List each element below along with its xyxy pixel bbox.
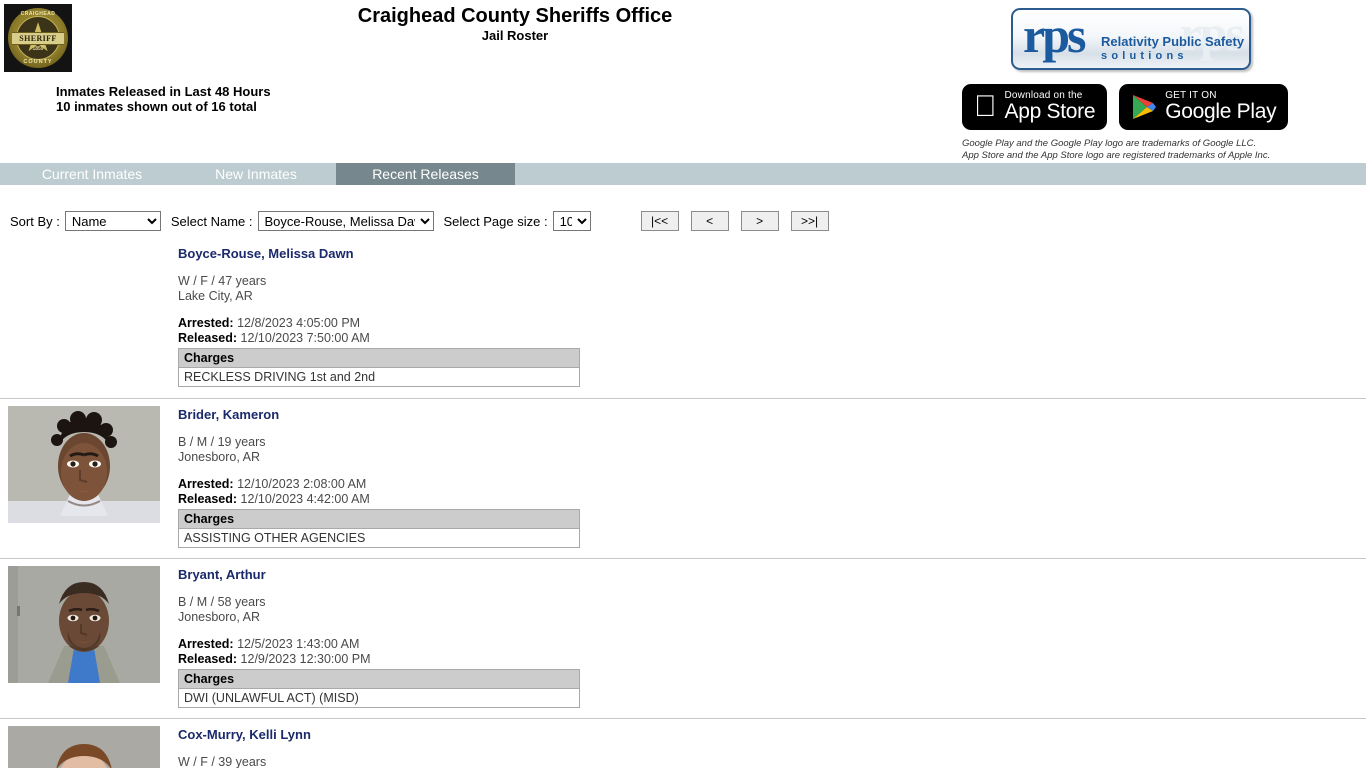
released-label: Released: — [178, 330, 238, 345]
rps-wordmark: rps — [1023, 8, 1086, 63]
inmate-demographics: B / M / 58 years Jonesboro, AR — [178, 595, 580, 624]
sheriff-badge-logo: CRAIGHEAD ★ SHERIFF 1859 COUNTY — [4, 4, 72, 72]
inmate-race-sex-age: W / F / 47 years — [178, 274, 267, 288]
page-header: CRAIGHEAD ★ SHERIFF 1859 COUNTY Craighea… — [0, 0, 1366, 161]
google-play-icon — [1131, 93, 1157, 121]
page-size-label: Select Page size : — [443, 213, 548, 229]
trademark-notice: Google Play and the Google Play logo are… — [962, 138, 1270, 161]
charges-header: Charges — [178, 509, 580, 529]
inmate-race-sex-age: B / M / 58 years — [178, 595, 266, 609]
select-name-dropdown[interactable]: Boyce-Rouse, Melissa Dawn — [257, 211, 434, 231]
arrested-value: 12/8/2023 4:05:00 PM — [237, 316, 361, 330]
select-name-label: Select Name : — [170, 213, 253, 229]
inmate-info: Boyce-Rouse, Melissa Dawn W / F / 47 yea… — [178, 246, 580, 387]
mugshot-photo[interactable] — [8, 726, 160, 768]
last-page-button[interactable]: >>| — [790, 211, 829, 231]
inmate-demographics: B / M / 19 years Jonesboro, AR — [178, 435, 580, 464]
first-page-button[interactable]: |<< — [640, 211, 679, 231]
tab-current-inmates[interactable]: Current Inmates — [8, 163, 176, 185]
inmate-demographics: W / F / 39 years — [178, 755, 311, 768]
inmate-name-link[interactable]: Boyce-Rouse, Melissa Dawn — [178, 246, 580, 261]
released-label: Released: — [178, 651, 238, 666]
inmate-demographics: W / F / 47 years Lake City, AR — [178, 274, 580, 303]
released-label: Released: — [178, 491, 238, 506]
arrested-label: Arrested: — [178, 637, 234, 651]
trademark-line-2: App Store and the App Store logo are reg… — [962, 149, 1271, 161]
charges-table: Charges RECKLESS DRIVING 1st and 2nd — [178, 348, 580, 387]
roster-summary-line-1: Inmates Released in Last 48 Hours — [56, 84, 271, 99]
roster-toolbar: Sort By : Name Select Name : Boyce-Rouse… — [0, 208, 1366, 234]
rps-solutions-text: solutions — [1101, 50, 1188, 62]
inmate-city: Jonesboro, AR — [178, 609, 260, 624]
badge-year-text: 1859 — [32, 46, 44, 52]
tab-bar: Current Inmates New Inmates Recent Relea… — [0, 163, 1366, 185]
mugshot-photo[interactable] — [8, 566, 160, 683]
google-play-button[interactable]: GET IT ON Google Play — [1119, 84, 1289, 130]
charges-header: Charges — [178, 669, 580, 689]
inmate-dates: Arrested: 12/10/2023 2:08:00 AM Released… — [178, 477, 580, 506]
tab-new-inmates[interactable]: New Inmates — [176, 163, 336, 185]
next-page-button[interactable]: > — [740, 211, 779, 231]
inmate-dates: Arrested: 12/8/2023 4:05:00 PM Released:… — [178, 316, 580, 345]
arrested-value: 12/10/2023 2:08:00 AM — [237, 477, 367, 491]
charge-cell: RECKLESS DRIVING 1st and 2nd — [178, 367, 580, 387]
inmate-info: Cox-Murry, Kelli Lynn W / F / 39 years — [178, 727, 311, 768]
app-store-button[interactable]:  Download on the App Store — [962, 84, 1108, 130]
google-play-big-label: Google Play — [1142, 100, 1276, 124]
charge-cell: ASSISTING OTHER AGENCIES — [178, 528, 580, 548]
mugshot-photo[interactable] — [8, 406, 160, 523]
pagination-controls: |<< < > >>| — [640, 211, 829, 231]
released-value: 12/10/2023 7:50:00 AM — [240, 330, 370, 345]
roster-list: Boyce-Rouse, Melissa Dawn W / F / 47 yea… — [0, 238, 1366, 768]
badge-center-text: SHERIFF — [12, 32, 64, 45]
arrested-label: Arrested: — [178, 477, 234, 491]
inmate-record: Boyce-Rouse, Melissa Dawn W / F / 47 yea… — [0, 238, 1366, 398]
inmate-city: Jonesboro, AR — [178, 449, 260, 464]
apple-icon:  — [974, 92, 997, 122]
rps-logo[interactable]: rps rps Relativity Public Safety solutio… — [1011, 8, 1251, 70]
roster-summary: Inmates Released in Last 48 Hours 10 inm… — [56, 84, 271, 114]
sort-by-select[interactable]: Name — [64, 211, 161, 231]
inmate-dates: Arrested: 12/5/2023 1:43:00 AM Released:… — [178, 637, 580, 666]
inmate-race-sex-age: B / M / 19 years — [178, 435, 266, 449]
inmate-info: Bryant, Arthur B / M / 58 years Jonesbor… — [178, 567, 580, 708]
badge-circle: CRAIGHEAD ★ SHERIFF 1859 COUNTY — [8, 8, 68, 68]
inmate-city: Lake City, AR — [178, 288, 253, 303]
app-store-big-label: App Store — [982, 100, 1096, 124]
charges-table: Charges ASSISTING OTHER AGENCIES — [178, 509, 580, 548]
inmate-name-link[interactable]: Cox-Murry, Kelli Lynn — [178, 727, 311, 742]
tab-recent-releases[interactable]: Recent Releases — [336, 163, 515, 185]
arrested-value: 12/5/2023 1:43:00 AM — [237, 637, 360, 651]
sort-by-label: Sort By : — [10, 213, 60, 229]
inmate-record: Brider, Kameron B / M / 19 years Jonesbo… — [0, 398, 1366, 558]
badge-bottom-text: COUNTY — [23, 59, 53, 65]
charges-table: Charges DWI (UNLAWFUL ACT) (MISD) — [178, 669, 580, 708]
charges-header: Charges — [178, 348, 580, 368]
inmate-race-sex-age: W / F / 39 years — [178, 755, 267, 768]
trademark-line-1: Google Play and the Google Play logo are… — [962, 138, 1257, 149]
page-size-select[interactable]: 10 — [552, 211, 591, 231]
released-value: 12/10/2023 4:42:00 AM — [240, 491, 370, 506]
arrested-label: Arrested: — [178, 316, 234, 330]
inmate-record: Bryant, Arthur B / M / 58 years Jonesbor… — [0, 558, 1366, 718]
rps-tagline: Relativity Public Safety — [1101, 34, 1245, 49]
inmate-name-link[interactable]: Brider, Kameron — [178, 407, 580, 422]
roster-summary-line-2: 10 inmates shown out of 16 total — [56, 99, 257, 114]
prev-page-button[interactable]: < — [690, 211, 729, 231]
inmate-info: Brider, Kameron B / M / 19 years Jonesbo… — [178, 407, 580, 548]
inmate-name-link[interactable]: Bryant, Arthur — [178, 567, 580, 582]
released-value: 12/9/2023 12:30:00 PM — [240, 651, 371, 666]
inmate-record: Cox-Murry, Kelli Lynn W / F / 39 years — [0, 718, 1366, 768]
charge-cell: DWI (UNLAWFUL ACT) (MISD) — [178, 688, 580, 708]
app-store-badges:  Download on the App Store GET IT ON Go… — [962, 84, 1289, 130]
